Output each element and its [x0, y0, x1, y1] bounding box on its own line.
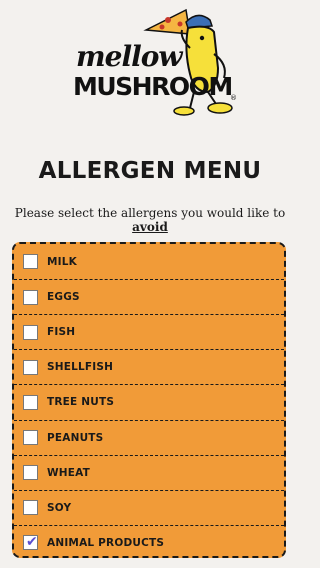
allergen-list: MILK EGGS FISH SHELLFISH TREE NUTS PEANUTS WHE…	[12, 242, 286, 558]
allergen-label: ANIMAL PRODUCTS	[47, 536, 165, 549]
allergen-row[interactable]: TREE NUTS	[14, 384, 284, 419]
allergen-checkbox[interactable]	[23, 324, 38, 340]
allergen-label: MILK	[47, 255, 77, 268]
allergen-checkbox[interactable]	[23, 254, 38, 270]
allergen-checkbox[interactable]	[23, 465, 38, 481]
allergen-checkbox[interactable]: ✔	[23, 534, 38, 551]
allergen-checkbox[interactable]	[23, 430, 38, 446]
allergen-label: WHEAT	[47, 466, 91, 479]
trademark-mark: ®	[230, 94, 237, 102]
allergen-label: SOY	[47, 501, 72, 514]
allergen-row[interactable]: SOY	[14, 489, 284, 525]
logo-word-mellow: mellow	[76, 40, 182, 73]
page-title: ALLERGEN MENU	[38, 158, 262, 184]
instruction-emphasis: avoid	[132, 220, 168, 234]
logo-word-mushroom: MUSHROOM	[73, 72, 233, 101]
checkmark-icon: ✔	[26, 534, 38, 551]
allergen-label: PEANUTS	[47, 431, 104, 444]
instruction-prefix: Please select the allergens you would li…	[14, 206, 286, 220]
allergen-row[interactable]: EGGS	[14, 279, 284, 314]
allergen-checkbox[interactable]	[23, 500, 38, 516]
allergen-checkbox[interactable]	[23, 359, 38, 375]
allergen-row[interactable]: ✔ ANIMAL PRODUCTS	[14, 524, 284, 556]
mellow-mushroom-logo: mellow MUSHROOM ®	[68, 8, 238, 120]
allergen-checkbox[interactable]	[23, 394, 38, 410]
allergen-label: TREE NUTS	[47, 396, 115, 409]
instruction-text: Please select the allergens you would li…	[0, 206, 300, 234]
allergen-row[interactable]: PEANUTS	[14, 419, 284, 455]
allergen-checkbox[interactable]	[23, 289, 38, 305]
allergen-row[interactable]: WHEAT	[14, 454, 284, 490]
allergen-label: SHELLFISH	[47, 361, 114, 374]
allergen-label: FISH	[47, 326, 76, 339]
allergen-row[interactable]: FISH	[14, 314, 284, 349]
allergen-row[interactable]: MILK	[14, 244, 284, 279]
allergen-label: EGGS	[47, 291, 80, 304]
allergen-row[interactable]: SHELLFISH	[14, 349, 284, 384]
